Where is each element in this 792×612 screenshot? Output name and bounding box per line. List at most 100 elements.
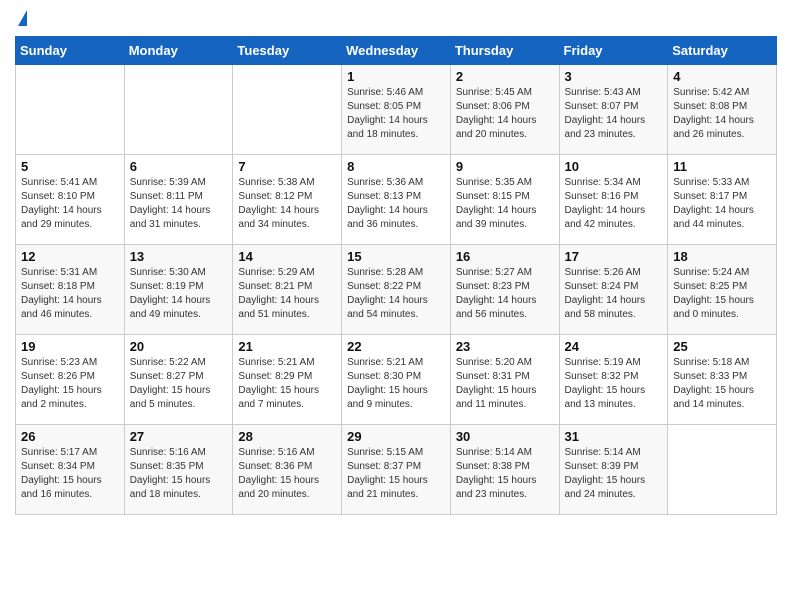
day-number: 9 [456, 159, 554, 174]
day-number: 7 [238, 159, 336, 174]
day-info: Sunrise: 5:28 AM Sunset: 8:22 PM Dayligh… [347, 266, 445, 322]
day-info: Sunrise: 5:17 AM Sunset: 8:34 PM Dayligh… [21, 446, 119, 502]
calendar-cell: 13 Sunrise: 5:30 AM Sunset: 8:19 PM Dayli… [124, 245, 233, 335]
col-header-wednesday: Wednesday [342, 37, 451, 65]
calendar-cell [233, 65, 342, 155]
day-number: 25 [673, 339, 771, 354]
calendar-cell: 20Sunrise: 5:22 AM Sunset: 8:27 PM Dayli… [124, 335, 233, 425]
calendar-cell: 19 Sunrise: 5:23 AM Sunset: 8:26 PM Dayli… [16, 335, 125, 425]
calendar-cell: 22Sunrise: 5:21 AM Sunset: 8:30 PM Dayli… [342, 335, 451, 425]
col-header-sunday: Sunday [16, 37, 125, 65]
day-number: 30 [456, 429, 554, 444]
calendar-cell: 12Sunrise: 5:31 AM Sunset: 8:18 PM Dayli… [16, 245, 125, 335]
calendar-cell: 11 Sunrise: 5:33 AM Sunset: 8:17 PM Dayli… [668, 155, 777, 245]
calendar-cell: 28 Sunrise: 5:16 AM Sunset: 8:36 PM Dayli… [233, 425, 342, 515]
calendar-cell [668, 425, 777, 515]
day-number: 14 [238, 249, 336, 264]
calendar-cell: 18 Sunrise: 5:24 AM Sunset: 8:25 PM Dayli… [668, 245, 777, 335]
day-info: Sunrise: 5:20 AM Sunset: 8:31 PM Dayligh… [456, 356, 554, 412]
day-number: 2 [456, 69, 554, 84]
day-info: Sunrise: 5:18 AM Sunset: 8:33 PM Dayligh… [673, 356, 771, 412]
day-info: Sunrise: 5:16 AM Sunset: 8:35 PM Dayligh… [130, 446, 228, 502]
col-header-thursday: Thursday [450, 37, 559, 65]
calendar-cell: 7 Sunrise: 5:38 AM Sunset: 8:12 PM Daylig… [233, 155, 342, 245]
calendar-cell: 23Sunrise: 5:20 AM Sunset: 8:31 PM Dayli… [450, 335, 559, 425]
day-number: 5 [21, 159, 119, 174]
calendar-cell: 3 Sunrise: 5:43 AM Sunset: 8:07 PM Daylig… [559, 65, 668, 155]
calendar-cell: 26 Sunrise: 5:17 AM Sunset: 8:34 PM Dayli… [16, 425, 125, 515]
day-info: Sunrise: 5:21 AM Sunset: 8:29 PM Dayligh… [238, 356, 336, 412]
day-number: 13 [130, 249, 228, 264]
day-info: Sunrise: 5:36 AM Sunset: 8:13 PM Dayligh… [347, 176, 445, 232]
day-info: Sunrise: 5:26 AM Sunset: 8:24 PM Dayligh… [565, 266, 663, 322]
calendar-cell: 1Sunrise: 5:46 AM Sunset: 8:05 PM Daylig… [342, 65, 451, 155]
day-info: Sunrise: 5:34 AM Sunset: 8:16 PM Dayligh… [565, 176, 663, 232]
day-number: 31 [565, 429, 663, 444]
calendar-cell [124, 65, 233, 155]
day-info: Sunrise: 5:16 AM Sunset: 8:36 PM Dayligh… [238, 446, 336, 502]
calendar-cell: 30 Sunrise: 5:14 AM Sunset: 8:38 PM Dayli… [450, 425, 559, 515]
logo-icon [18, 10, 27, 26]
day-info: Sunrise: 5:42 AM Sunset: 8:08 PM Dayligh… [673, 86, 771, 142]
day-number: 28 [238, 429, 336, 444]
calendar-cell: 9 Sunrise: 5:35 AM Sunset: 8:15 PM Daylig… [450, 155, 559, 245]
logo [15, 10, 27, 28]
day-info: Sunrise: 5:14 AM Sunset: 8:38 PM Dayligh… [456, 446, 554, 502]
day-info: Sunrise: 5:35 AM Sunset: 8:15 PM Dayligh… [456, 176, 554, 232]
calendar-cell: 27 Sunrise: 5:16 AM Sunset: 8:35 PM Dayli… [124, 425, 233, 515]
day-info: Sunrise: 5:15 AM Sunset: 8:37 PM Dayligh… [347, 446, 445, 502]
calendar-cell: 5 Sunrise: 5:41 AM Sunset: 8:10 PM Daylig… [16, 155, 125, 245]
calendar-cell: 16Sunrise: 5:27 AM Sunset: 8:23 PM Dayli… [450, 245, 559, 335]
day-number: 27 [130, 429, 228, 444]
page-header [15, 10, 777, 28]
day-info: Sunrise: 5:45 AM Sunset: 8:06 PM Dayligh… [456, 86, 554, 142]
calendar-cell [16, 65, 125, 155]
day-number: 29 [347, 429, 445, 444]
calendar-cell: 2 Sunrise: 5:45 AM Sunset: 8:06 PM Daylig… [450, 65, 559, 155]
day-number: 17 [565, 249, 663, 264]
day-info: Sunrise: 5:33 AM Sunset: 8:17 PM Dayligh… [673, 176, 771, 232]
day-info: Sunrise: 5:30 AM Sunset: 8:19 PM Dayligh… [130, 266, 228, 322]
day-number: 12 [21, 249, 119, 264]
day-number: 4 [673, 69, 771, 84]
day-info: Sunrise: 5:43 AM Sunset: 8:07 PM Dayligh… [565, 86, 663, 142]
calendar-cell: 17 Sunrise: 5:26 AM Sunset: 8:24 PM Dayli… [559, 245, 668, 335]
day-info: Sunrise: 5:46 AM Sunset: 8:05 PM Dayligh… [347, 86, 445, 142]
calendar-cell: 24Sunrise: 5:19 AM Sunset: 8:32 PM Dayli… [559, 335, 668, 425]
day-number: 22 [347, 339, 445, 354]
day-info: Sunrise: 5:23 AM Sunset: 8:26 PM Dayligh… [21, 356, 119, 412]
calendar-cell: 4 Sunrise: 5:42 AM Sunset: 8:08 PM Daylig… [668, 65, 777, 155]
calendar-cell: 25 Sunrise: 5:18 AM Sunset: 8:33 PM Dayli… [668, 335, 777, 425]
calendar-week-5: 26 Sunrise: 5:17 AM Sunset: 8:34 PM Dayli… [16, 425, 777, 515]
day-number: 15 [347, 249, 445, 264]
day-info: Sunrise: 5:24 AM Sunset: 8:25 PM Dayligh… [673, 266, 771, 322]
day-number: 3 [565, 69, 663, 84]
day-number: 21 [238, 339, 336, 354]
day-info: Sunrise: 5:27 AM Sunset: 8:23 PM Dayligh… [456, 266, 554, 322]
calendar-week-4: 19 Sunrise: 5:23 AM Sunset: 8:26 PM Dayli… [16, 335, 777, 425]
calendar-week-3: 12Sunrise: 5:31 AM Sunset: 8:18 PM Dayli… [16, 245, 777, 335]
calendar-cell: 8Sunrise: 5:36 AM Sunset: 8:13 PM Daylig… [342, 155, 451, 245]
col-header-tuesday: Tuesday [233, 37, 342, 65]
col-header-friday: Friday [559, 37, 668, 65]
calendar-week-1: 1Sunrise: 5:46 AM Sunset: 8:05 PM Daylig… [16, 65, 777, 155]
day-info: Sunrise: 5:41 AM Sunset: 8:10 PM Dayligh… [21, 176, 119, 232]
calendar-cell: 14Sunrise: 5:29 AM Sunset: 8:21 PM Dayli… [233, 245, 342, 335]
day-number: 20 [130, 339, 228, 354]
calendar-cell: 15 Sunrise: 5:28 AM Sunset: 8:22 PM Dayli… [342, 245, 451, 335]
day-number: 11 [673, 159, 771, 174]
day-number: 10 [565, 159, 663, 174]
calendar-cell: 29 Sunrise: 5:15 AM Sunset: 8:37 PM Dayli… [342, 425, 451, 515]
calendar-header: SundayMondayTuesdayWednesdayThursdayFrid… [16, 37, 777, 65]
day-info: Sunrise: 5:39 AM Sunset: 8:11 PM Dayligh… [130, 176, 228, 232]
day-number: 19 [21, 339, 119, 354]
day-number: 26 [21, 429, 119, 444]
calendar-week-2: 5 Sunrise: 5:41 AM Sunset: 8:10 PM Daylig… [16, 155, 777, 245]
calendar-cell: 21 Sunrise: 5:21 AM Sunset: 8:29 PM Dayli… [233, 335, 342, 425]
day-number: 6 [130, 159, 228, 174]
day-info: Sunrise: 5:38 AM Sunset: 8:12 PM Dayligh… [238, 176, 336, 232]
day-info: Sunrise: 5:14 AM Sunset: 8:39 PM Dayligh… [565, 446, 663, 502]
day-number: 18 [673, 249, 771, 264]
calendar-cell: 31 Sunrise: 5:14 AM Sunset: 8:39 PM Dayli… [559, 425, 668, 515]
day-info: Sunrise: 5:19 AM Sunset: 8:32 PM Dayligh… [565, 356, 663, 412]
